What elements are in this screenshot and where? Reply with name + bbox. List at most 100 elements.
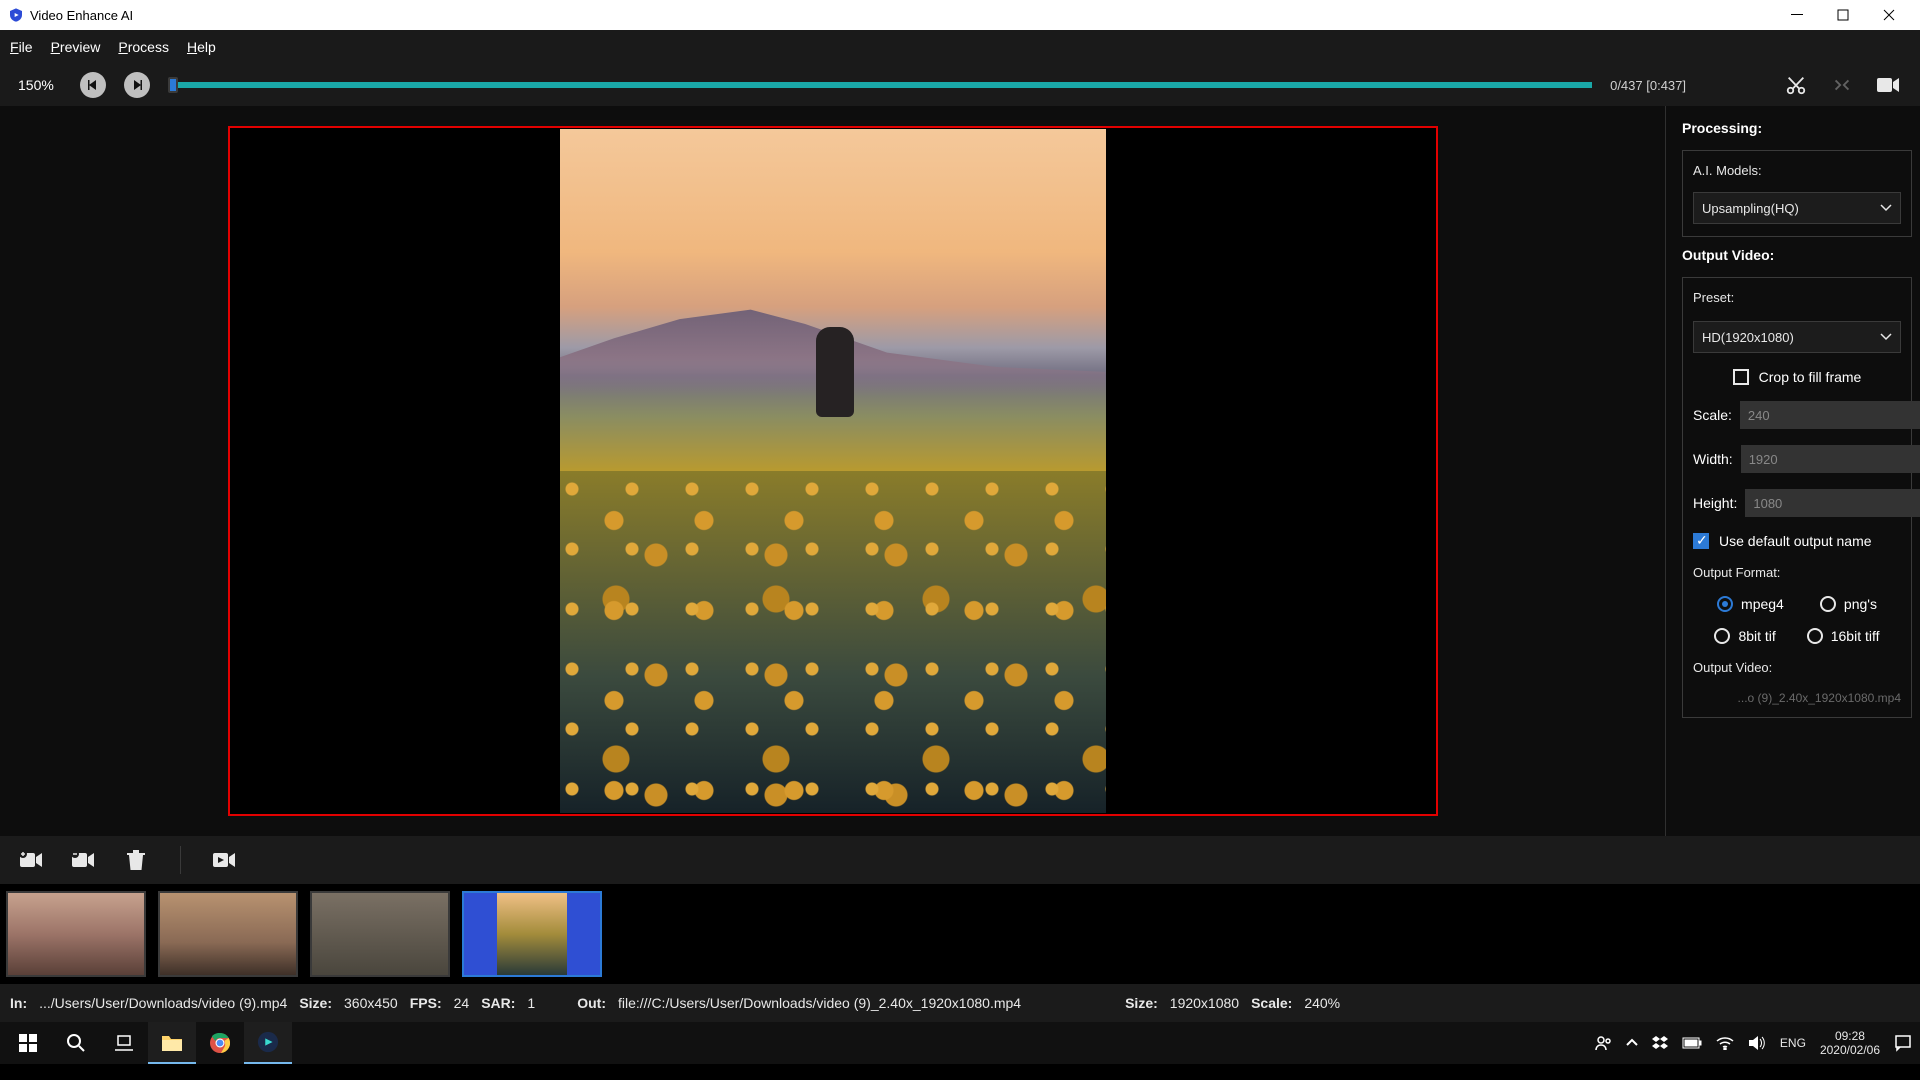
chevron-up-icon[interactable] (1626, 1037, 1638, 1049)
format-pngs-radio[interactable] (1820, 596, 1836, 612)
chevron-down-icon (1880, 202, 1892, 214)
clip-thumbnail[interactable] (158, 891, 298, 977)
battery-icon[interactable] (1682, 1037, 1702, 1049)
format-16bit-label: 16bit tiff (1831, 628, 1880, 644)
add-video-button[interactable] (18, 848, 46, 872)
timeline-slider[interactable] (168, 82, 1592, 88)
remove-video-button[interactable] (70, 848, 98, 872)
prev-frame-button[interactable] (80, 72, 106, 98)
status-sar-label: SAR: (481, 995, 515, 1011)
clip-thumbnail[interactable] (6, 891, 146, 977)
tray-language[interactable]: ENG (1780, 1036, 1806, 1050)
wifi-icon[interactable] (1716, 1036, 1734, 1050)
start-button[interactable] (4, 1022, 52, 1064)
processing-title: Processing: (1682, 120, 1912, 136)
record-tool-icon[interactable] (1874, 71, 1902, 99)
title-bar: Video Enhance AI (0, 0, 1920, 30)
output-file-name: ...o (9)_2.40x_1920x1080.mp4 (1693, 691, 1901, 705)
status-sar-value: 1 (527, 995, 535, 1011)
format-pngs-label: png's (1844, 596, 1877, 612)
action-toolbar (0, 836, 1920, 884)
close-button[interactable] (1866, 0, 1912, 30)
format-8bit-label: 8bit tif (1738, 628, 1775, 644)
scale-input[interactable] (1740, 401, 1920, 429)
output-file-label: Output Video: (1693, 660, 1901, 675)
system-tray: ENG 09:28 2020/02/06 (1594, 1029, 1916, 1057)
chevron-down-icon (1880, 331, 1892, 343)
ai-models-label: A.I. Models: (1693, 163, 1901, 178)
ai-models-value: Upsampling(HQ) (1702, 201, 1799, 216)
search-button[interactable] (52, 1022, 100, 1064)
delete-button[interactable] (122, 848, 150, 872)
format-8bit-radio[interactable] (1714, 628, 1730, 644)
playback-bar: 150% 0/437 [0:437] (0, 64, 1920, 106)
volume-icon[interactable] (1748, 1035, 1766, 1051)
status-scale-label: Scale: (1251, 995, 1292, 1011)
preview-zoom: 150% (18, 77, 62, 93)
status-scale-value: 240% (1304, 995, 1340, 1011)
people-icon[interactable] (1594, 1034, 1612, 1052)
ai-models-select[interactable]: Upsampling(HQ) (1693, 192, 1901, 224)
preset-value: HD(1920x1080) (1702, 330, 1794, 345)
chrome-icon[interactable] (196, 1022, 244, 1064)
file-explorer-icon[interactable] (148, 1022, 196, 1064)
task-view-button[interactable] (100, 1022, 148, 1064)
status-size-label: Size: (299, 995, 332, 1011)
format-16bit-radio[interactable] (1807, 628, 1823, 644)
merge-tool-icon (1828, 71, 1856, 99)
menu-help[interactable]: Help (187, 39, 216, 55)
status-fps-label: FPS: (410, 995, 442, 1011)
status-out-value: file:///C:/Users/User/Downloads/video (9… (618, 995, 1021, 1011)
crop-checkbox[interactable] (1733, 369, 1749, 385)
app-taskbar-icon[interactable] (244, 1022, 292, 1064)
tray-time: 09:28 (1820, 1029, 1880, 1043)
default-name-label: Use default output name (1719, 533, 1872, 549)
preview-image (560, 129, 1106, 813)
separator (180, 846, 181, 874)
output-format-label: Output Format: (1693, 565, 1901, 580)
settings-panel: Processing: A.I. Models: Upsampling(HQ) … (1665, 106, 1920, 836)
maximize-button[interactable] (1820, 0, 1866, 30)
frame-position: 0/437 [0:437] (1610, 78, 1686, 93)
menu-process[interactable]: Process (118, 39, 169, 55)
clip-thumbnail-selected[interactable] (462, 891, 602, 977)
status-size2-value: 1920x1080 (1170, 995, 1239, 1011)
height-input[interactable] (1745, 489, 1920, 517)
format-mpeg4-label: mpeg4 (1741, 596, 1784, 612)
processing-fieldset: A.I. Models: Upsampling(HQ) (1682, 150, 1912, 237)
crop-label: Crop to fill frame (1759, 369, 1862, 385)
default-name-checkbox[interactable] (1693, 533, 1709, 549)
preview-frame (228, 126, 1438, 816)
app-title: Video Enhance AI (30, 8, 133, 23)
main-area: Processing: A.I. Models: Upsampling(HQ) … (0, 106, 1920, 836)
next-frame-button[interactable] (124, 72, 150, 98)
minimize-button[interactable] (1774, 0, 1820, 30)
menu-preview[interactable]: Preview (51, 39, 101, 55)
menu-file[interactable]: File (10, 39, 33, 55)
preset-select[interactable]: HD(1920x1080) (1693, 321, 1901, 353)
windows-taskbar: ENG 09:28 2020/02/06 (0, 1022, 1920, 1064)
preview-area (0, 106, 1665, 836)
status-size-value: 360x450 (344, 995, 398, 1011)
clip-strip (0, 884, 1920, 984)
status-bar: In: .../Users/User/Downloads/video (9).m… (0, 984, 1920, 1022)
status-size2-label: Size: (1125, 995, 1158, 1011)
scale-label: Scale: (1693, 407, 1732, 423)
status-in-label: In: (10, 995, 27, 1011)
output-video-title: Output Video: (1682, 247, 1912, 263)
format-mpeg4-radio[interactable] (1717, 596, 1733, 612)
width-label: Width: (1693, 451, 1733, 467)
tray-clock[interactable]: 09:28 2020/02/06 (1820, 1029, 1880, 1057)
menu-bar: File Preview Process Help (0, 30, 1920, 64)
notifications-icon[interactable] (1894, 1034, 1912, 1052)
clip-thumbnail[interactable] (310, 891, 450, 977)
process-button[interactable] (211, 848, 239, 872)
timeline-thumb[interactable] (168, 77, 178, 93)
cut-tool-icon[interactable] (1782, 71, 1810, 99)
status-out-label: Out: (577, 995, 606, 1011)
tray-date: 2020/02/06 (1820, 1043, 1880, 1057)
status-in-value: .../Users/User/Downloads/video (9).mp4 (39, 995, 287, 1011)
width-input[interactable] (1741, 445, 1920, 473)
output-fieldset: Preset: HD(1920x1080) Crop to fill frame… (1682, 277, 1912, 718)
dropbox-icon[interactable] (1652, 1035, 1668, 1051)
